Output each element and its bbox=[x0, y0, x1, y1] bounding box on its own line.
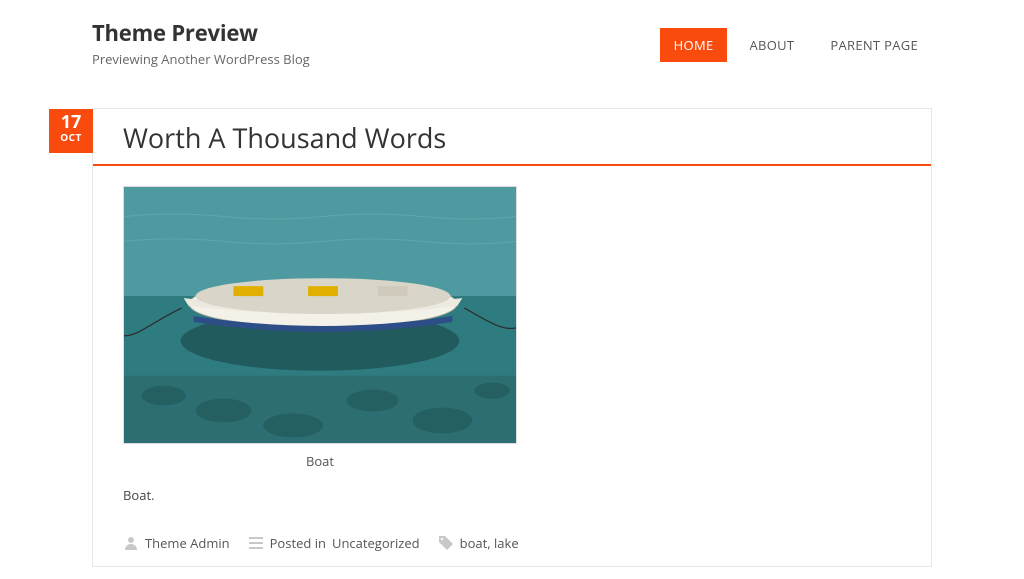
site-tagline: Previewing Another WordPress Blog bbox=[92, 50, 310, 68]
post-date-month: OCT bbox=[49, 131, 93, 143]
nav-parent-page[interactable]: PARENT PAGE bbox=[816, 28, 932, 62]
meta-author-group: Theme Admin bbox=[123, 534, 230, 552]
main-nav: HOME ABOUT PARENT PAGE bbox=[660, 28, 932, 62]
post-title[interactable]: Worth A Thousand Words bbox=[123, 119, 901, 164]
nav-home[interactable]: HOME bbox=[660, 28, 728, 62]
meta-tags[interactable]: boat, lake bbox=[460, 534, 519, 552]
post: 17 OCT Worth A Thousand Words bbox=[92, 108, 932, 567]
featured-figure: Boat bbox=[123, 186, 517, 478]
user-icon bbox=[123, 535, 139, 551]
post-date-badge[interactable]: 17 OCT bbox=[49, 109, 93, 153]
meta-category[interactable]: Uncategorized bbox=[332, 534, 420, 552]
post-header: Worth A Thousand Words bbox=[93, 109, 931, 164]
page-container: Theme Preview Previewing Another WordPre… bbox=[92, 0, 932, 567]
post-excerpt: Boat. bbox=[123, 486, 901, 504]
site-title[interactable]: Theme Preview bbox=[92, 18, 310, 48]
post-title-rule bbox=[93, 164, 931, 166]
post-body: Boat Boat. bbox=[93, 186, 931, 520]
branding: Theme Preview Previewing Another WordPre… bbox=[92, 18, 310, 68]
meta-author[interactable]: Theme Admin bbox=[145, 534, 230, 552]
meta-category-group: Posted in Uncategorized bbox=[248, 534, 420, 552]
meta-tags-group: boat, lake bbox=[438, 534, 519, 552]
post-date-day: 17 bbox=[49, 113, 93, 131]
site-header: Theme Preview Previewing Another WordPre… bbox=[92, 18, 932, 68]
nav-about[interactable]: ABOUT bbox=[735, 28, 808, 62]
post-meta: Theme Admin Posted in Uncategorized boat… bbox=[93, 520, 931, 566]
meta-category-prefix: Posted in bbox=[270, 534, 326, 552]
tag-icon bbox=[438, 535, 454, 551]
featured-image[interactable] bbox=[123, 186, 517, 444]
featured-caption: Boat bbox=[123, 444, 517, 478]
list-icon bbox=[248, 535, 264, 551]
